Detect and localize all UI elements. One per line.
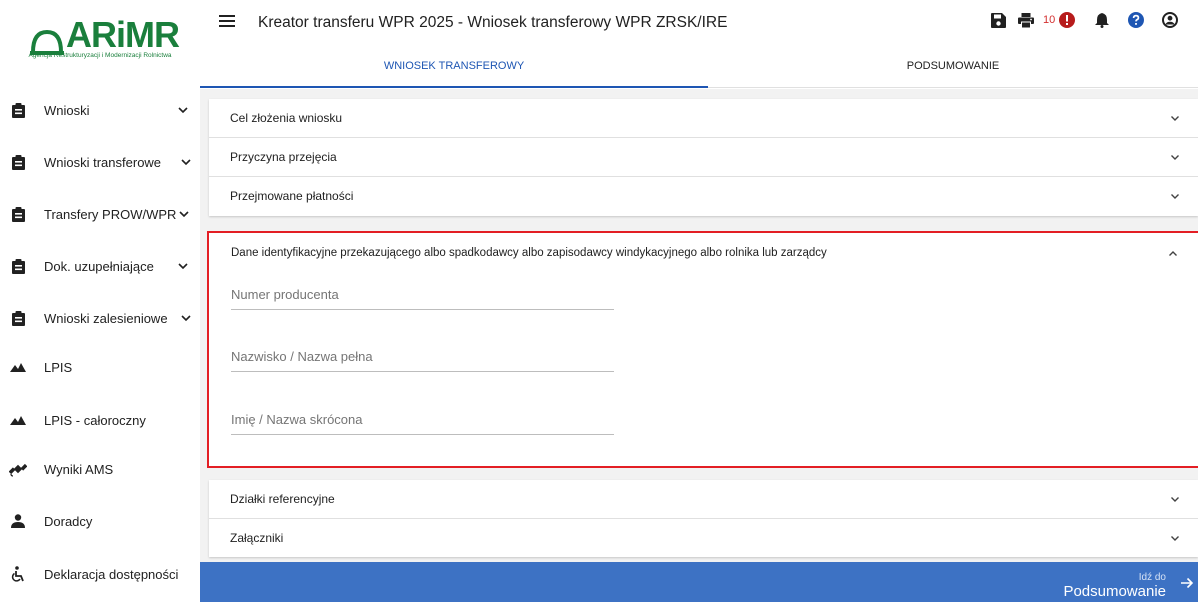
page-title: Kreator transferu WPR 2025 - Wniosek tra… — [258, 14, 728, 31]
chevron-down-icon — [1171, 155, 1179, 160]
imie-field — [231, 405, 614, 435]
chevron-down-icon — [178, 263, 188, 270]
clipboard-icon — [9, 101, 27, 119]
chevron-down-icon — [1171, 194, 1179, 199]
chevron-down-icon — [1171, 116, 1179, 121]
sidebar-item-label: Transfery PROW/WPR — [44, 206, 177, 222]
tab-bar: WNIOSEK TRANSFEROWY PODSUMOWANIE — [200, 44, 1198, 88]
active-tab-indicator — [200, 86, 708, 88]
account-icon[interactable] — [1160, 10, 1180, 30]
sidebar-item-label: Wyniki AMS — [44, 461, 114, 477]
sidebar-item-transfery-prow-wpr[interactable]: Transfery PROW/WPR — [0, 194, 200, 234]
chevron-down-icon — [1171, 497, 1179, 502]
footer-caption: Idź do — [1138, 572, 1166, 583]
imie-input[interactable] — [231, 405, 614, 433]
sidebar-item-wnioski-transferowe[interactable]: Wnioski transferowe — [0, 142, 200, 182]
numer-producenta-field — [231, 280, 614, 310]
sidebar-item-label: Deklaracja dostępności — [44, 566, 179, 582]
terrain-icon — [9, 411, 27, 429]
sidebar-item-label: Wnioski transferowe — [44, 154, 162, 170]
sidebar-item-wnioski-zalesieniowe[interactable]: Wnioski zalesieniowe — [0, 298, 200, 338]
chevron-down-icon — [1171, 536, 1179, 541]
sidebar-item-label: Doradcy — [44, 513, 93, 529]
alert-icon[interactable] — [1057, 10, 1077, 30]
notification-count: 10 — [1043, 14, 1056, 26]
accordion-label: Przejmowane płatności — [230, 189, 354, 203]
chevron-down-icon — [181, 315, 191, 322]
header-actions: 10 — [988, 10, 1198, 34]
logo-text: ARiMR — [66, 14, 180, 55]
accessibility-icon — [9, 565, 27, 583]
sidebar-item-wnioski[interactable]: Wnioski — [0, 90, 200, 130]
sidebar-item-lpis[interactable]: LPIS — [0, 347, 200, 387]
nazwisko-field — [231, 342, 614, 372]
accordion-label: Przyczyna przejęcia — [230, 150, 337, 164]
print-icon[interactable] — [1016, 10, 1036, 30]
logo-subtitle: Agencja Restrukturyzacji i Modernizacji … — [28, 52, 172, 59]
tab-wniosek-transferowy[interactable]: WNIOSEK TRANSFEROWY — [200, 44, 708, 88]
accordion-label: Działki referencyjne — [230, 492, 335, 506]
identification-section: Dane identyfikacyjne przekazującego albo… — [207, 231, 1198, 468]
logo-wordmark: ARiMR — [30, 14, 180, 56]
accordion-group-top: Cel złożenia wniosku Przyczyna przejęcia… — [209, 99, 1198, 216]
clipboard-icon — [9, 309, 27, 327]
sidebar-item-label: Dok. uzupełniające — [44, 258, 154, 274]
sidebar-item-deklaracja-dostepnosci[interactable]: Deklaracja dostępności — [0, 554, 200, 594]
sidebar-item-wyniki-ams[interactable]: Wyniki AMS — [0, 449, 200, 489]
go-to-summary-button[interactable]: Idź do Podsumowanie — [200, 562, 1198, 602]
chevron-down-icon — [181, 159, 191, 166]
help-icon[interactable] — [1126, 10, 1146, 30]
terrain-icon — [9, 358, 27, 376]
accordion-dzialki-referencyjne[interactable]: Działki referencyjne — [209, 480, 1198, 518]
bell-icon[interactable] — [1092, 10, 1112, 30]
sidebar-item-lpis-caloroczny[interactable]: LPIS - całoroczny — [0, 400, 200, 440]
chevron-down-icon — [179, 211, 189, 218]
save-icon[interactable] — [988, 10, 1008, 30]
nazwisko-input[interactable] — [231, 342, 614, 370]
accordion-label: Cel złożenia wniosku — [230, 111, 343, 125]
sidebar-item-label: Wnioski — [44, 102, 90, 118]
sidebar-item-label: Wnioski zalesieniowe — [44, 310, 168, 326]
sidebar-item-label: LPIS - całoroczny — [44, 412, 146, 428]
sidebar-item-dok-uzupelniajace[interactable]: Dok. uzupełniające — [0, 246, 200, 286]
satellite-icon — [9, 460, 27, 478]
clipboard-icon — [9, 257, 27, 275]
sidebar: ARiMR Agencja Restrukturyzacji i Moderni… — [0, 0, 200, 602]
accordion-zalaczniki[interactable]: Załączniki — [209, 519, 1198, 557]
clipboard-icon — [9, 153, 27, 171]
section-title[interactable]: Dane identyfikacyjne przekazującego albo… — [231, 247, 827, 259]
clipboard-icon — [9, 205, 27, 223]
accordion-group-bottom: Działki referencyjne Załączniki — [209, 480, 1198, 557]
chevron-down-icon — [178, 107, 188, 114]
numer-producenta-input[interactable] — [231, 280, 614, 308]
top-bar: Kreator transferu WPR 2025 - Wniosek tra… — [200, 0, 1198, 44]
accordion-label: Załączniki — [230, 531, 284, 545]
sidebar-item-label: LPIS — [44, 359, 73, 375]
sidebar-item-doradcy[interactable]: Doradcy — [0, 501, 200, 541]
person-icon — [9, 512, 27, 530]
arrow-right-icon — [1181, 577, 1194, 589]
arimr-logo[interactable]: ARiMR Agencja Restrukturyzacji i Moderni… — [12, 8, 188, 68]
menu-icon[interactable] — [218, 12, 236, 30]
accordion-przyczyna-przejecia[interactable]: Przyczyna przejęcia — [209, 138, 1198, 176]
tab-podsumowanie[interactable]: PODSUMOWANIE — [708, 44, 1198, 88]
accordion-cel-zlozenia-wniosku[interactable]: Cel złożenia wniosku — [209, 99, 1198, 137]
accordion-przejmowane-platnosci[interactable]: Przejmowane płatności — [209, 177, 1198, 215]
chevron-up-icon[interactable] — [1168, 249, 1178, 259]
footer-label: Podsumowanie — [1063, 583, 1166, 600]
